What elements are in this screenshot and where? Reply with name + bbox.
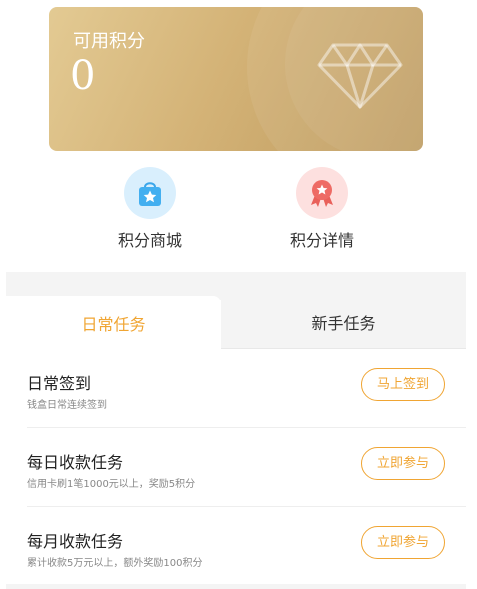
shortcut-points-mall[interactable]: 积分商城 <box>95 167 205 251</box>
shortcut-icon-circle <box>124 167 176 219</box>
task-description: 累计收款5万元以上，额外奖励100积分 <box>27 558 203 569</box>
medal-ribbon-icon <box>311 180 333 207</box>
points-card: 可用积分 0 <box>49 7 423 151</box>
task-row: 每日收款任务 信用卡刷1笔1000元以上，奖励5积分 立即参与 <box>27 428 466 507</box>
sign-in-button[interactable]: 马上签到 <box>361 368 445 401</box>
task-title: 日常签到 <box>27 374 92 393</box>
tab-daily-tasks[interactable]: 日常任务 <box>6 296 221 349</box>
tab-newbie-tasks[interactable]: 新手任务 <box>221 296 466 349</box>
points-label: 可用积分 <box>73 31 145 52</box>
task-description: 钱盒日常连续签到 <box>27 400 107 411</box>
points-value: 0 <box>70 53 96 99</box>
shortcut-label: 积分详情 <box>289 231 354 250</box>
task-description: 信用卡刷1笔1000元以上，奖励5积分 <box>27 479 196 490</box>
task-row: 每月收款任务 累计收款5万元以上，额外奖励100积分 立即参与 <box>27 507 466 586</box>
points-page: 可用积分 0 积分商城 积分详情 日常任务 新手任务 日常签到 钱盒日常连续签到… <box>0 0 477 589</box>
shortcut-label: 积分商城 <box>117 231 182 250</box>
task-row: 日常签到 钱盒日常连续签到 马上签到 <box>27 349 466 428</box>
shortcut-icon-circle <box>296 167 348 219</box>
join-button[interactable]: 立即参与 <box>361 526 445 559</box>
task-title: 每日收款任务 <box>27 453 124 472</box>
bottom-divider <box>6 584 466 589</box>
shopping-bag-star-icon <box>139 182 161 206</box>
join-button[interactable]: 立即参与 <box>361 447 445 480</box>
shortcut-points-detail[interactable]: 积分详情 <box>267 167 377 251</box>
task-title: 每月收款任务 <box>27 532 124 551</box>
diamond-icon <box>317 43 403 109</box>
